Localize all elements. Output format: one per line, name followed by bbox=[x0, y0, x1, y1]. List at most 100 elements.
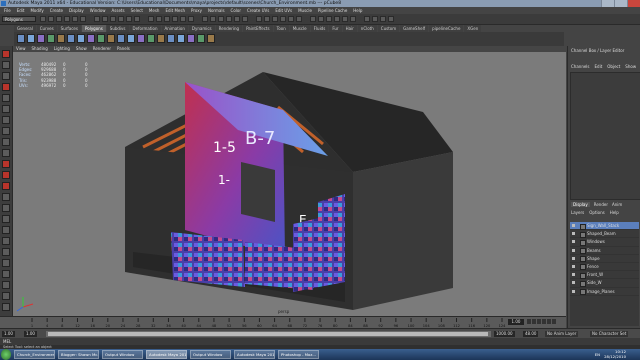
layer-tab-render[interactable]: Render bbox=[594, 202, 608, 207]
status-line-button[interactable] bbox=[388, 16, 394, 22]
layer-color-swatch[interactable] bbox=[580, 280, 586, 287]
split-icon[interactable] bbox=[137, 34, 145, 43]
play-back-button[interactable] bbox=[537, 319, 541, 324]
menu-normals[interactable]: Normals bbox=[208, 7, 225, 14]
status-line-button[interactable] bbox=[264, 16, 270, 22]
shelf-tab-polygons[interactable]: Polygons bbox=[81, 25, 106, 32]
persp-graph-icon[interactable] bbox=[2, 193, 10, 201]
menu-select[interactable]: Select bbox=[131, 7, 143, 14]
shelf-tab-animation[interactable]: Animation bbox=[161, 25, 188, 32]
select-tool-icon[interactable] bbox=[2, 50, 10, 58]
status-line-button[interactable] bbox=[280, 16, 286, 22]
status-line-button[interactable] bbox=[226, 16, 232, 22]
layer-color-swatch[interactable] bbox=[580, 272, 586, 279]
maximize-button[interactable] bbox=[614, 0, 627, 7]
shelf-tab-ncloth[interactable]: nCloth bbox=[357, 25, 377, 32]
status-line-button[interactable] bbox=[156, 16, 162, 22]
move-tool-icon[interactable] bbox=[2, 83, 10, 91]
channel-menu-object[interactable]: Object bbox=[607, 64, 620, 69]
status-line-button[interactable] bbox=[180, 16, 186, 22]
status-line-button[interactable] bbox=[188, 16, 194, 22]
shelf-tab-deformation[interactable]: Deformation bbox=[129, 25, 161, 32]
layer-tab-display[interactable]: Display bbox=[571, 202, 590, 207]
bevel-icon[interactable] bbox=[157, 34, 165, 43]
menu-color[interactable]: Color bbox=[231, 7, 241, 14]
channel-menu-edit[interactable]: Edit bbox=[595, 64, 603, 69]
layer-row[interactable]: Front_W bbox=[570, 271, 639, 280]
status-line-button[interactable] bbox=[380, 16, 386, 22]
shelf-tab-gameshelf[interactable]: GameShelf bbox=[400, 25, 429, 32]
channel-menu-show[interactable]: Show bbox=[625, 64, 636, 69]
layer-color-swatch[interactable] bbox=[580, 289, 586, 295]
fill-icon[interactable] bbox=[167, 34, 175, 43]
range-thumb[interactable] bbox=[48, 332, 488, 336]
taskbar-item[interactable]: Photoshop - Moz... bbox=[278, 350, 319, 359]
menu-assets[interactable]: Assets bbox=[112, 7, 125, 14]
character-set-dropdown[interactable]: No Character Set bbox=[590, 331, 629, 337]
status-line-button[interactable] bbox=[94, 16, 100, 22]
cube-icon[interactable] bbox=[27, 34, 35, 43]
menu-proxy[interactable]: Proxy bbox=[191, 7, 202, 14]
minimize-button[interactable] bbox=[601, 0, 614, 7]
shelf-tab-surfaces[interactable]: Surfaces bbox=[57, 25, 81, 32]
show-manip-icon[interactable] bbox=[2, 138, 10, 146]
status-line-button[interactable] bbox=[64, 16, 70, 22]
layer-color-swatch[interactable] bbox=[580, 223, 586, 230]
cylinder-icon[interactable] bbox=[37, 34, 45, 43]
taskbar-item[interactable]: Autodesk Maya 201... bbox=[146, 350, 187, 359]
merge-icon[interactable] bbox=[127, 34, 135, 43]
status-line-button[interactable] bbox=[56, 16, 62, 22]
status-line-button[interactable] bbox=[164, 16, 170, 22]
bridge-icon[interactable] bbox=[117, 34, 125, 43]
menu-edit-uvs[interactable]: Edit UVs bbox=[275, 7, 292, 14]
menu-edit-mesh[interactable]: Edit Mesh bbox=[165, 7, 185, 14]
status-line-button[interactable] bbox=[134, 16, 140, 22]
close-button[interactable] bbox=[627, 0, 640, 7]
taskbar-item[interactable]: Output Window bbox=[102, 350, 143, 359]
menu-help[interactable]: Help bbox=[353, 7, 362, 14]
menu-edit[interactable]: Edit bbox=[17, 7, 25, 14]
menu-window[interactable]: Window bbox=[90, 7, 106, 14]
menu-set-dropdown[interactable]: Polygons bbox=[2, 16, 36, 22]
go-to-start-button[interactable] bbox=[527, 319, 531, 324]
plane-icon[interactable] bbox=[57, 34, 65, 43]
perspective-viewport[interactable]: 1-5 B-7 1- E Verts: 480492 0 0 Edges: 929688 0… bbox=[13, 52, 566, 316]
shelf-tab-fur[interactable]: Fur bbox=[329, 25, 342, 32]
reduce-icon[interactable] bbox=[197, 34, 205, 43]
layer-row[interactable]: Shaped_Beam bbox=[570, 230, 639, 239]
layout-a-icon[interactable] bbox=[2, 281, 10, 289]
status-line-button[interactable] bbox=[218, 16, 224, 22]
layer-menu-options[interactable]: Options bbox=[589, 210, 604, 215]
status-line-button[interactable] bbox=[372, 16, 378, 22]
start-button[interactable] bbox=[1, 349, 11, 360]
taskbar-item[interactable]: Output Window bbox=[190, 350, 231, 359]
playback-end-field[interactable]: 1000.00 bbox=[494, 331, 515, 337]
menu-display[interactable]: Display bbox=[69, 7, 84, 14]
visibility-toggle-icon[interactable] bbox=[572, 256, 575, 260]
menu-muscle[interactable]: Muscle bbox=[298, 7, 312, 14]
play-forward-button[interactable] bbox=[542, 319, 546, 324]
scale-tool-icon[interactable] bbox=[2, 105, 10, 113]
status-line-button[interactable] bbox=[334, 16, 340, 22]
step-forward-button[interactable] bbox=[547, 319, 551, 324]
shelf-tab-dynamics[interactable]: Dynamics bbox=[188, 25, 215, 32]
script-editor-icon[interactable] bbox=[2, 270, 10, 278]
smooth-proxy-icon[interactable] bbox=[207, 34, 215, 43]
last-tool-icon[interactable] bbox=[2, 149, 10, 157]
layer-row[interactable]: Sign_Wall_Stack bbox=[570, 222, 639, 231]
menu-pipeline-cache[interactable]: Pipeline Cache bbox=[318, 7, 347, 14]
smooth-icon[interactable] bbox=[97, 34, 105, 43]
four-view-icon[interactable] bbox=[2, 171, 10, 179]
visibility-toggle-icon[interactable] bbox=[572, 273, 575, 277]
status-line-button[interactable] bbox=[110, 16, 116, 22]
anim-layer-dropdown[interactable]: No Anim Layer bbox=[545, 331, 579, 337]
status-line-button[interactable] bbox=[80, 16, 86, 22]
status-line-button[interactable] bbox=[272, 16, 278, 22]
shelf-tab-curves[interactable]: Curves bbox=[36, 25, 57, 32]
layer-tab-anim[interactable]: Anim bbox=[612, 202, 622, 207]
visibility-toggle-icon[interactable] bbox=[572, 281, 575, 285]
status-line-button[interactable] bbox=[234, 16, 240, 22]
status-line-button[interactable] bbox=[288, 16, 294, 22]
layout-c-icon[interactable] bbox=[2, 303, 10, 311]
menu-create-uvs[interactable]: Create UVs bbox=[247, 7, 269, 14]
